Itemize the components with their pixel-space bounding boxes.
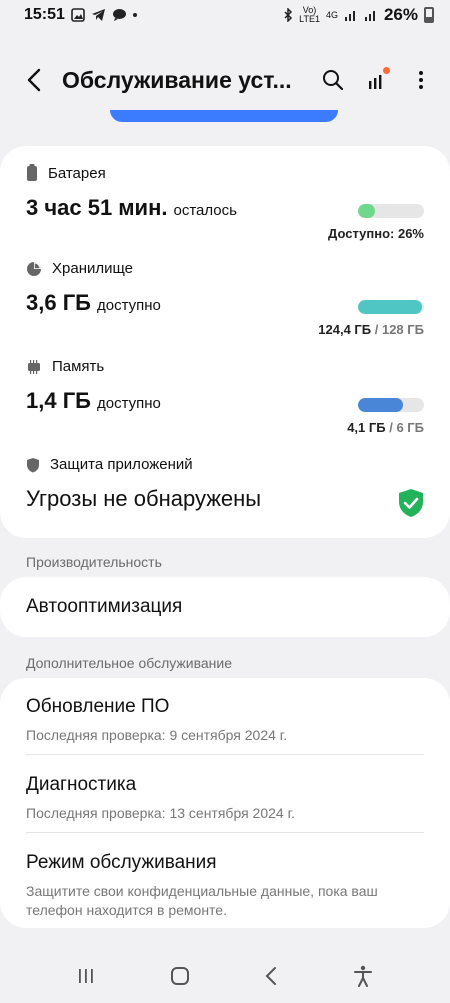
storage-used: 124,4 ГБ (318, 322, 372, 337)
memory-suffix: доступно (96, 395, 161, 412)
memory-header: Память (26, 358, 424, 375)
battery-bar-fill (358, 204, 376, 218)
auto-optimization-item[interactable]: Автооптимизация (26, 596, 424, 618)
page-title: Обслуживание уст... (62, 66, 292, 93)
memory-row[interactable]: Память 1,4 ГБ доступно 4,1 ГБ / 6 ГБ (26, 358, 424, 438)
recent-apps-button[interactable] (77, 967, 95, 990)
protection-main: Угрозы не обнаружены (26, 486, 424, 512)
memory-used: 4,1 ГБ (347, 420, 386, 435)
signal-icon-2 (364, 11, 375, 21)
battery-available: Доступно: 26% (328, 226, 424, 241)
battery-suffix: осталось (173, 202, 237, 219)
notification-icons (71, 8, 137, 22)
memory-label: Память (52, 358, 105, 375)
signal-icon (344, 11, 355, 21)
storage-value: 3,6 ГБ (26, 290, 91, 315)
memory-total: / 6 ГБ (389, 420, 424, 435)
diagnostics-title: Диагностика (26, 774, 137, 795)
scroll-hero-edge (110, 110, 338, 122)
recent-apps-icon (79, 968, 94, 983)
software-update-subtitle: Последняя проверка: 9 сентября 2024 г. (26, 727, 288, 743)
app-bar-actions (318, 65, 436, 95)
storage-bar (358, 300, 424, 314)
chat-icon (112, 9, 126, 21)
status-left: 15:51 (24, 6, 137, 24)
performance-section-title: Производительность (26, 554, 162, 570)
more-vertical-icon (419, 71, 423, 89)
search-button[interactable] (318, 65, 348, 95)
storage-label: Хранилище (52, 260, 133, 277)
accessibility-button[interactable] (353, 965, 373, 992)
divider (26, 754, 424, 755)
software-update-title: Обновление ПО (26, 696, 170, 717)
bluetooth-icon (284, 8, 293, 22)
device-status-card: Батарея 3 час 51 мин. осталось Доступно:… (0, 146, 450, 538)
network-type: 4G (325, 9, 338, 20)
back-arrow-icon (27, 68, 41, 92)
battery-bar (358, 204, 424, 218)
memory-bar (358, 398, 424, 412)
additional-card: Обновление ПО Последняя проверка: 9 сент… (0, 678, 450, 928)
software-update-item[interactable]: Обновление ПО Последняя проверка: 9 сент… (26, 696, 424, 745)
performance-stats-button[interactable] (362, 65, 392, 95)
protection-header: Защита приложений (26, 456, 424, 473)
app-protection-row[interactable]: Защита приложений Угрозы не обнаружены (26, 456, 424, 526)
status-right: Vo) LTE1 4G 26% (283, 5, 434, 25)
nav-back-icon (265, 966, 277, 985)
volte-indicator: Vo) LTE1 (299, 5, 320, 24)
memory-bar-fill (358, 398, 403, 412)
maintenance-mode-subtitle: Защитите свои конфиденциальные данные, п… (26, 883, 378, 918)
status-time: 15:51 (24, 6, 65, 23)
maintenance-mode-item[interactable]: Режим обслуживания Защитите свои конфиде… (26, 852, 424, 920)
storage-suffix: доступно (96, 297, 161, 314)
protection-ok-badge (398, 488, 424, 523)
protection-label: Защита приложений (50, 456, 193, 473)
battery-value: 3 час 51 мин. (26, 195, 168, 220)
gallery-icon (71, 8, 85, 22)
battery-percent: 26% (383, 5, 418, 24)
app-bar: Обслуживание уст... (0, 50, 450, 110)
storage-bar-fill (358, 300, 423, 314)
additional-section-title: Дополнительное обслуживание (26, 655, 233, 671)
storage-row[interactable]: Хранилище 3,6 ГБ доступно 124,4 ГБ / 128… (26, 260, 424, 340)
memory-chip-icon (28, 359, 40, 374)
memory-usage: 4,1 ГБ / 6 ГБ (347, 420, 424, 435)
nav-back-button[interactable] (264, 966, 278, 991)
storage-pie-icon (27, 261, 41, 276)
diagnostics-item[interactable]: Диагностика Последняя проверка: 13 сентя… (26, 774, 424, 823)
shield-check-icon (399, 489, 423, 517)
storage-header: Хранилище (26, 260, 424, 277)
home-icon (170, 966, 189, 985)
storage-total: / 128 ГБ (374, 322, 424, 337)
telegram-icon (91, 9, 105, 21)
performance-card: Автооптимизация (0, 577, 450, 637)
battery-row[interactable]: Батарея 3 час 51 мин. осталось Доступно:… (26, 164, 424, 244)
notification-dot (383, 67, 390, 74)
battery-icon (27, 164, 37, 181)
system-nav-bar (0, 958, 450, 998)
home-button[interactable] (170, 966, 190, 991)
accessibility-icon (353, 965, 372, 987)
status-bar: 15:51 Vo) LTE1 4G 26% (0, 0, 450, 30)
diagnostics-subtitle: Последняя проверка: 13 сентября 2024 г. (26, 805, 295, 821)
battery-icon (424, 7, 434, 23)
more-notifications-dot (132, 13, 137, 17)
more-options-button[interactable] (406, 65, 436, 95)
memory-value: 1,4 ГБ (26, 388, 91, 413)
shield-icon (27, 457, 39, 472)
battery-header: Батарея (26, 164, 424, 182)
maintenance-mode-title: Режим обслуживания (26, 852, 217, 873)
auto-optimization-title: Автооптимизация (26, 596, 183, 617)
storage-usage: 124,4 ГБ / 128 ГБ (318, 322, 424, 337)
protection-status: Угрозы не обнаружены (26, 486, 262, 511)
back-button[interactable] (14, 60, 54, 100)
divider (26, 832, 424, 833)
battery-label: Батарея (48, 164, 106, 182)
search-icon (323, 70, 344, 91)
